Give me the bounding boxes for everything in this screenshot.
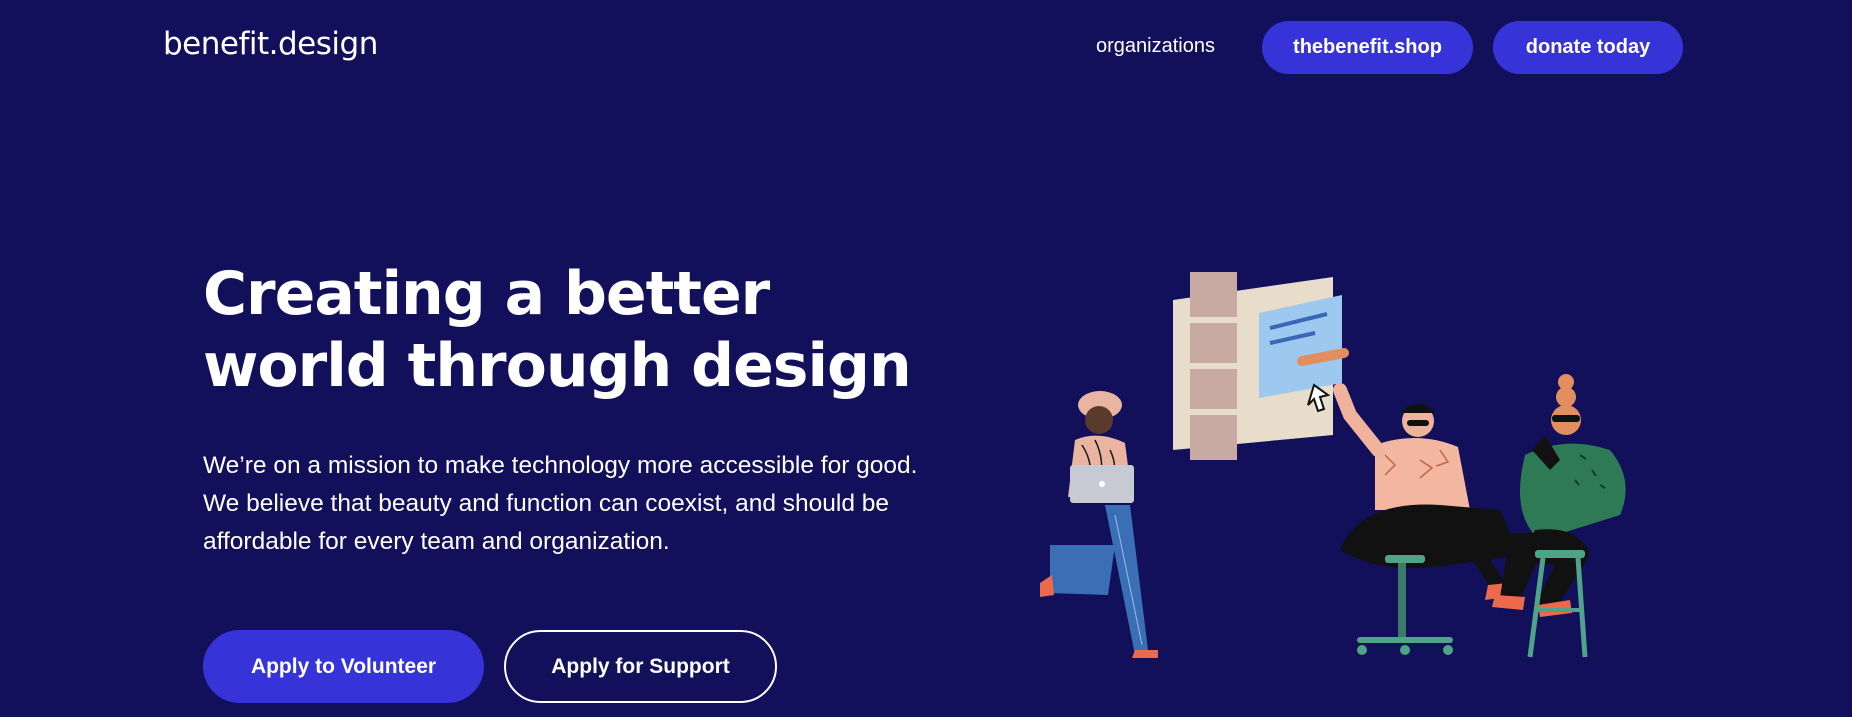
hero-title: Creating a better world through design <box>203 258 963 402</box>
shop-button[interactable]: thebenefit.shop <box>1262 21 1473 74</box>
hero-title-line-1: Creating a better <box>203 259 770 329</box>
person-pointing-graphic <box>1333 383 1522 655</box>
wireframe-screen-graphic <box>1173 272 1349 460</box>
page: benefit.design organizations thebenefit.… <box>0 0 1852 717</box>
hero-title-line-2: world through design <box>203 331 912 401</box>
hero-illustration <box>1040 272 1626 658</box>
person-with-phone-graphic <box>1492 374 1626 658</box>
apply-support-button[interactable]: Apply for Support <box>504 630 777 703</box>
site-logo[interactable]: benefit.design <box>163 26 378 62</box>
apply-volunteer-button[interactable]: Apply to Volunteer <box>203 630 484 703</box>
person-with-laptop-graphic <box>1040 391 1158 658</box>
donate-button[interactable]: donate today <box>1493 21 1683 74</box>
nav-organizations-link[interactable]: organizations <box>1096 35 1215 58</box>
hero-description: We’re on a mission to make technology mo… <box>203 452 918 555</box>
